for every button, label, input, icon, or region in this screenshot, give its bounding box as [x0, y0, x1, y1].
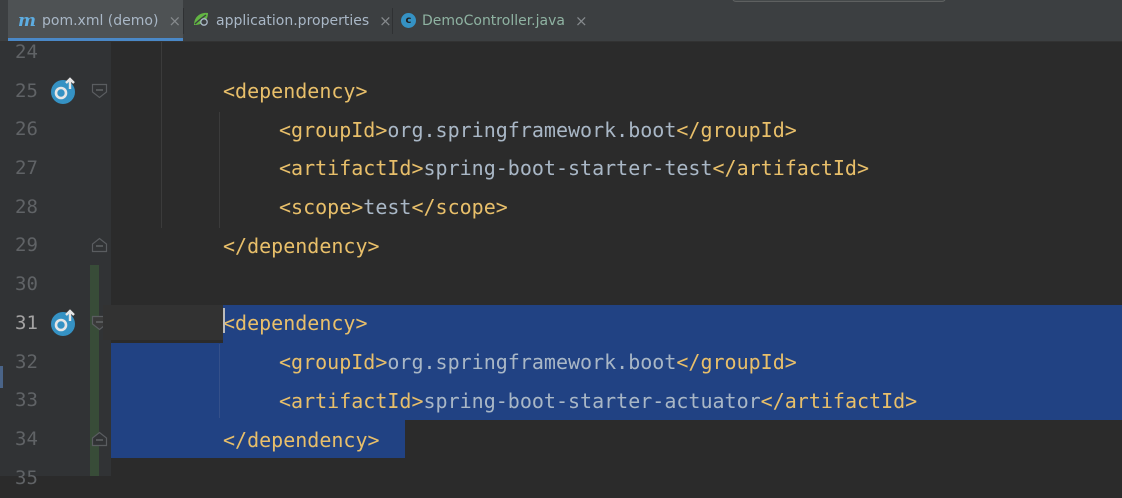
maven-m-icon: m: [18, 10, 36, 31]
current-line-highlight: [103, 305, 223, 340]
close-icon[interactable]: ×: [168, 12, 181, 30]
maven-dependency-gutter-icon[interactable]: [50, 309, 78, 337]
xml-tag: </scope>: [411, 195, 508, 219]
tab-label: pom.xml (demo): [42, 12, 159, 29]
line-number: 34: [15, 428, 38, 450]
code-line-32: <groupId>org.springframework.boot</group…: [279, 343, 797, 382]
line-number: 28: [15, 196, 38, 218]
xml-tag: </artifactId>: [760, 389, 918, 413]
xml-text: spring-boot-starter-test: [423, 156, 713, 180]
xml-tag: <artifactId>: [279, 389, 424, 413]
line-number: 32: [15, 351, 38, 373]
line-number: 27: [15, 157, 38, 179]
xml-text: org.springframework.boot: [387, 350, 677, 374]
maven-dependency-gutter-icon[interactable]: [50, 77, 78, 105]
fold-close-icon[interactable]: [91, 431, 108, 447]
xml-tag: <scope>: [279, 195, 364, 219]
code-line-27: <artifactId>spring-boot-starter-test</ar…: [279, 149, 869, 188]
xml-tag: <artifactId>: [279, 156, 424, 180]
tab-label: DemoController.java: [422, 12, 565, 29]
line-number: 33: [15, 389, 38, 411]
xml-text: spring-boot-starter-actuator: [423, 389, 761, 413]
xml-tag: </dependency>: [223, 428, 380, 452]
xml-tag: <groupId>: [279, 350, 388, 374]
code-line-28: <scope>test</scope>: [279, 188, 508, 227]
xml-tag: </dependency>: [223, 234, 380, 258]
line-number: 31: [15, 312, 38, 334]
xml-tag: <dependency>: [223, 79, 368, 103]
code-editor[interactable]: <dependency> <groupId>org.springframewor…: [103, 42, 1122, 476]
close-icon[interactable]: ×: [379, 12, 392, 30]
text-caret: [223, 308, 225, 333]
fold-open-icon[interactable]: [91, 83, 108, 99]
code-line-25: <dependency>: [223, 72, 368, 111]
xml-tag: <dependency>: [223, 311, 368, 335]
indent-guide: [219, 344, 220, 418]
fold-close-icon[interactable]: [91, 237, 108, 253]
xml-text: org.springframework.boot: [387, 118, 677, 142]
xml-text: test: [363, 195, 412, 219]
code-line-29: </dependency>: [223, 227, 380, 266]
close-icon[interactable]: ×: [575, 12, 588, 30]
java-class-icon: c: [401, 13, 416, 28]
code-line-31: <dependency>: [223, 304, 368, 343]
editor-tab-bar: m pom.xml (demo) × application.propertie…: [0, 0, 1122, 42]
indent-guide: [219, 112, 220, 228]
tab-application-properties[interactable]: application.properties ×: [192, 0, 392, 41]
xml-tag: </groupId>: [676, 350, 797, 374]
line-number: 30: [15, 273, 38, 295]
code-line-33: <artifactId>spring-boot-starter-actuator…: [279, 382, 917, 421]
window-edge-handle: [732, 0, 946, 2]
line-number: 35: [15, 467, 38, 489]
xml-tag: <groupId>: [279, 118, 388, 142]
code-line-34: </dependency>: [223, 421, 380, 460]
line-number: 26: [15, 118, 38, 140]
tab-label: application.properties: [216, 12, 370, 29]
tab-demo-controller[interactable]: c DemoController.java ×: [401, 0, 588, 41]
scroll-marker: [0, 366, 3, 388]
code-line-26: <groupId>org.springframework.boot</group…: [279, 111, 797, 150]
xml-tag: </artifactId>: [712, 156, 870, 180]
indent-guide: [161, 42, 162, 228]
spring-leaf-icon: [192, 11, 210, 31]
line-number: 24: [15, 41, 38, 63]
line-number: 29: [15, 234, 38, 256]
line-number: 25: [15, 80, 38, 102]
xml-tag: </groupId>: [676, 118, 797, 142]
